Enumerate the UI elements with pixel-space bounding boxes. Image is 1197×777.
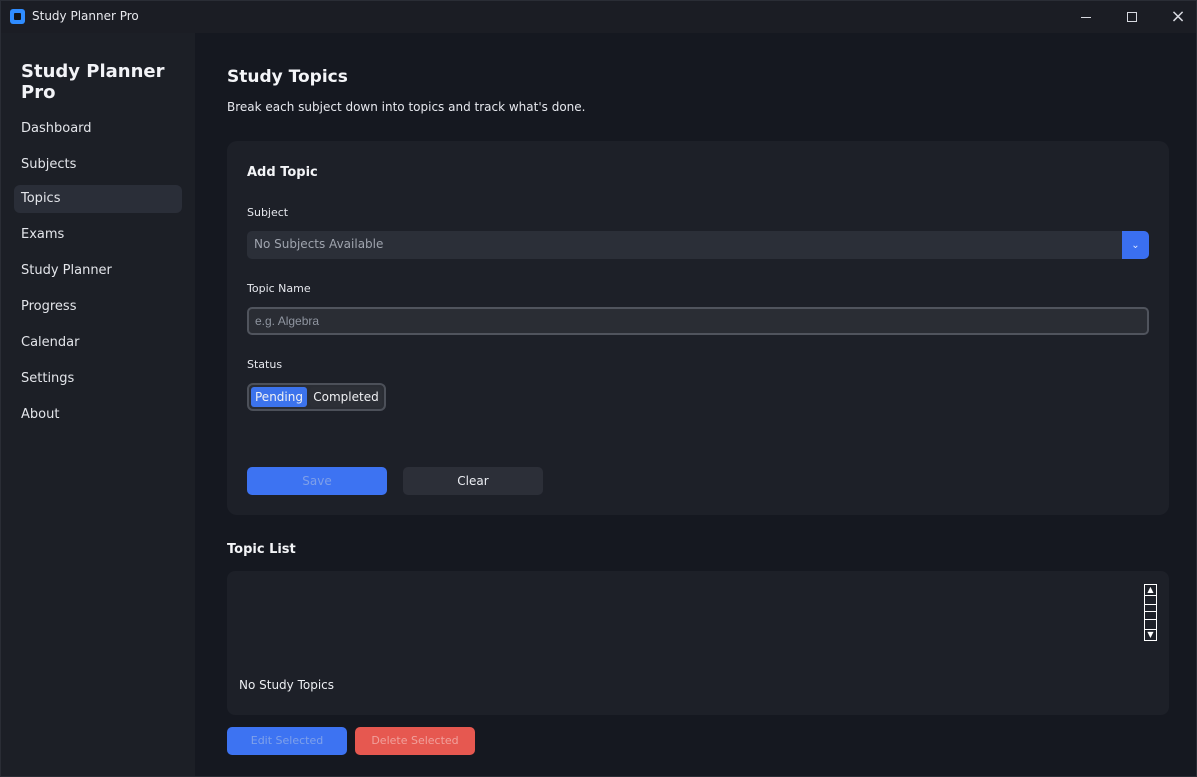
subject-select[interactable]: No Subjects Available ⌄ [247,231,1149,259]
main-content: Study Topics Break each subject down int… [195,33,1196,776]
scroll-up-icon[interactable]: ▲ [1144,584,1157,596]
topic-list-title: Topic List [227,542,296,557]
edit-selected-button[interactable]: Edit Selected [227,727,347,755]
sidebar-item-topics[interactable]: Topics [14,185,182,213]
scroll-track[interactable] [1144,596,1157,629]
topic-name-label: Topic Name [247,282,311,295]
sidebar: Study Planner Pro Dashboard Subjects Top… [1,33,195,776]
scroll-down-icon[interactable]: ▼ [1144,629,1157,641]
sidebar-brand: Study Planner Pro [21,61,165,103]
sidebar-item-subjects[interactable]: Subjects [14,151,182,179]
sidebar-item-exams[interactable]: Exams [14,221,182,249]
maximize-button[interactable] [1109,1,1155,33]
add-topic-title: Add Topic [247,165,318,180]
page-title: Study Topics [227,67,348,87]
topic-list-empty-message: No Study Topics [239,678,335,692]
close-button[interactable]: × [1155,1,1197,33]
subject-select-value: No Subjects Available [254,237,384,251]
sidebar-item-about[interactable]: About [14,401,182,429]
app-logo-icon [10,9,25,24]
window-title: Study Planner Pro [32,9,139,23]
subject-label: Subject [247,206,289,219]
app-window: Study Planner Pro × Study Planner Pro Da… [0,0,1197,777]
delete-selected-button[interactable]: Delete Selected [355,727,475,755]
sidebar-item-study-planner[interactable]: Study Planner [14,257,182,285]
title-bar[interactable]: Study Planner Pro × [1,1,1196,33]
topic-list[interactable]: No Study Topics ▲ ▼ [227,571,1169,715]
clear-button[interactable]: Clear [403,467,543,495]
status-label: Status [247,358,283,371]
save-button[interactable]: Save [247,467,387,495]
status-pending-option[interactable]: Pending [251,387,307,407]
minimize-icon [1081,16,1091,18]
sidebar-item-calendar[interactable]: Calendar [14,329,182,357]
status-segmented-control: Pending Completed [247,383,386,411]
topic-list-scrollbar[interactable]: ▲ ▼ [1144,584,1157,641]
maximize-icon [1127,12,1137,22]
status-completed-option[interactable]: Completed [310,387,382,407]
sidebar-item-settings[interactable]: Settings [14,365,182,393]
minimize-button[interactable] [1063,1,1109,33]
topic-name-input[interactable] [247,307,1149,335]
chevron-down-icon[interactable]: ⌄ [1122,231,1149,259]
add-topic-card: Add Topic Subject No Subjects Available … [227,141,1169,515]
sidebar-item-progress[interactable]: Progress [14,293,182,321]
sidebar-item-dashboard[interactable]: Dashboard [14,115,182,143]
page-subtitle: Break each subject down into topics and … [227,100,586,114]
close-icon: × [1170,6,1186,27]
